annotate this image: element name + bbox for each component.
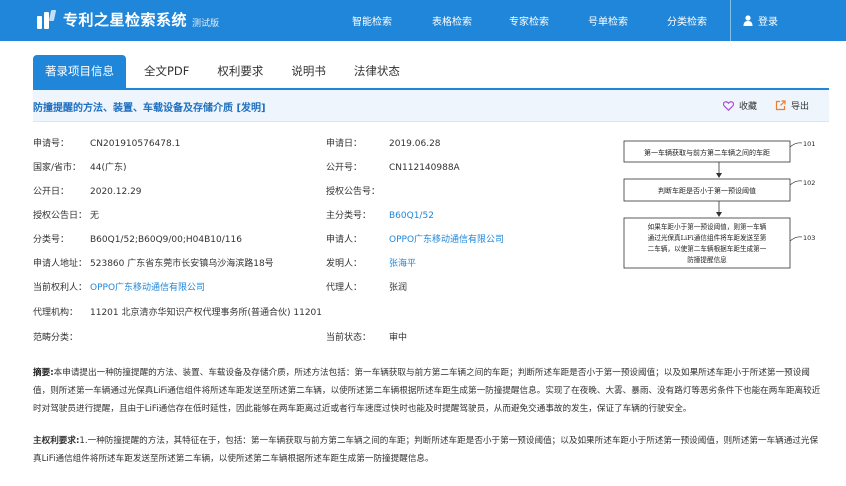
field-application-number: 申请号： CN201910576478.1 <box>33 139 181 149</box>
flow-step-102-id: 102 <box>803 179 815 187</box>
tab-description[interactable]: 说明书 <box>279 55 338 88</box>
flow-step-101-id: 101 <box>803 140 815 148</box>
user-icon <box>743 15 753 26</box>
main-claim-label: 主权利要求: <box>33 436 80 446</box>
main-class-link[interactable]: B60Q1/52 <box>389 210 434 222</box>
abstract-label: 摘要: <box>33 368 54 378</box>
flow-step-103-line1: 如果车距小于第一预设阈值，则第一车辆 <box>648 222 767 231</box>
field-agency: 代理机构： 11201 北京清亦华知识产权代理事务所(普通合伙) 11201 <box>33 308 323 318</box>
tab-claims[interactable]: 权利要求 <box>205 55 275 88</box>
field-class-numbers: 分类号： B60Q1/52;B60Q9/00;H04B10/116 <box>33 235 242 245</box>
flow-step-101-text: 第一车辆获取与前方第二车辆之间的车距 <box>644 148 770 157</box>
flow-step-102-text: 判断车距是否小于第一预设阈值 <box>658 186 756 195</box>
main-claim-section: 主权利要求:1.一种防撞提醒的方法，其特征在于，包括：第一车辆获取与前方第二车辆… <box>33 432 825 468</box>
tab-bibliographic[interactable]: 著录项目信息 <box>33 55 126 88</box>
favorite-button[interactable]: 收藏 <box>723 99 757 112</box>
holder-link[interactable]: OPPO广东移动通信有限公司 <box>90 283 205 293</box>
field-scope-class: 范畴分类： <box>33 333 79 343</box>
field-grant-number: 授权公告号： <box>326 187 381 197</box>
login-button[interactable]: 登录 <box>730 0 778 41</box>
heart-icon <box>723 100 734 111</box>
favorite-label: 收藏 <box>739 102 758 112</box>
export-label: 导出 <box>791 102 810 112</box>
login-label: 登录 <box>758 17 778 28</box>
nav-expert-search[interactable]: 专家检索 <box>509 13 549 28</box>
abstract-text: 本申请提出一种防撞提醒的方法、装置、车载设备及存储介质，所述方法包括：第一车辆获… <box>33 368 821 414</box>
field-current-status: 当前状态： 审中 <box>326 333 408 343</box>
field-publication-date: 公开日： 2020.12.29 <box>33 187 142 197</box>
abstract-section: 摘要:本申请提出一种防撞提醒的方法、装置、车载设备及存储介质，所述方法包括：第一… <box>33 364 825 418</box>
version-tag: 测试版 <box>192 18 220 29</box>
patent-title: 防撞提醒的方法、装置、车载设备及存储介质 [发明] <box>33 103 266 114</box>
flow-step-103-line2: 通过光保真LiFi通信组件将车距发送至第 <box>648 233 767 242</box>
tab-legal-status[interactable]: 法律状态 <box>342 55 412 88</box>
nav-smart-search[interactable]: 智能检索 <box>352 13 392 28</box>
inventor-link[interactable]: 张海平 <box>389 258 416 270</box>
main-claim-text: 1.一种防撞提醒的方法，其特征在于，包括：第一车辆获取与前方第二车辆之间的车距；… <box>33 436 819 464</box>
detail-tabs: 著录项目信息 全文PDF 权利要求 说明书 法律状态 <box>33 55 412 88</box>
nav-table-search[interactable]: 表格检索 <box>432 13 472 28</box>
export-button[interactable]: 导出 <box>775 99 809 112</box>
patent-title-bar: 防撞提醒的方法、装置、车载设备及存储介质 [发明] 收藏 导出 <box>33 90 829 122</box>
logo-icon <box>36 9 57 30</box>
nav-number-search[interactable]: 号单检索 <box>588 13 628 28</box>
field-current-holder: 当前权利人： OPPO广东移动通信有限公司 <box>33 283 206 293</box>
field-application-date: 申请日： 2019.06.28 <box>326 139 441 149</box>
top-navbar: 专利之星检索系统 测试版 智能检索 表格检索 专家检索 号单检索 分类检索 登录 <box>0 0 846 41</box>
nav-class-search[interactable]: 分类检索 <box>667 13 707 28</box>
field-inventor: 发明人： 张海平 <box>326 259 417 269</box>
abstract-drawing: 第一车辆获取与前方第二车辆之间的车距 101 判断车距是否小于第一预设阈值 10… <box>616 133 820 273</box>
flow-step-103-line4: 防撞提醒信息 <box>687 255 727 264</box>
app-logo[interactable]: 专利之星检索系统 测试版 <box>36 9 219 30</box>
app-title: 专利之星检索系统 <box>63 11 188 29</box>
flow-step-103-line3: 二车辆，以使第二车辆根据车距生成第一 <box>648 244 767 253</box>
field-applicant: 申请人： OPPO广东移动通信有限公司 <box>326 235 505 245</box>
field-country: 国家/省市： 44(广东) <box>33 163 127 173</box>
flow-step-103-id: 103 <box>803 234 815 242</box>
field-main-class: 主分类号： B60Q1/52 <box>326 211 434 221</box>
field-applicant-address: 申请人地址： 523860 广东省东莞市长安镇乌沙海滨路18号 <box>33 259 274 269</box>
tab-fulltext-pdf[interactable]: 全文PDF <box>132 55 201 88</box>
field-publication-number: 公开号： CN112140988A <box>326 163 460 173</box>
applicant-link[interactable]: OPPO广东移动通信有限公司 <box>389 234 504 246</box>
field-agent: 代理人： 张润 <box>326 283 408 293</box>
export-icon <box>775 100 786 111</box>
field-grant-date: 授权公告日：无 <box>33 211 100 221</box>
